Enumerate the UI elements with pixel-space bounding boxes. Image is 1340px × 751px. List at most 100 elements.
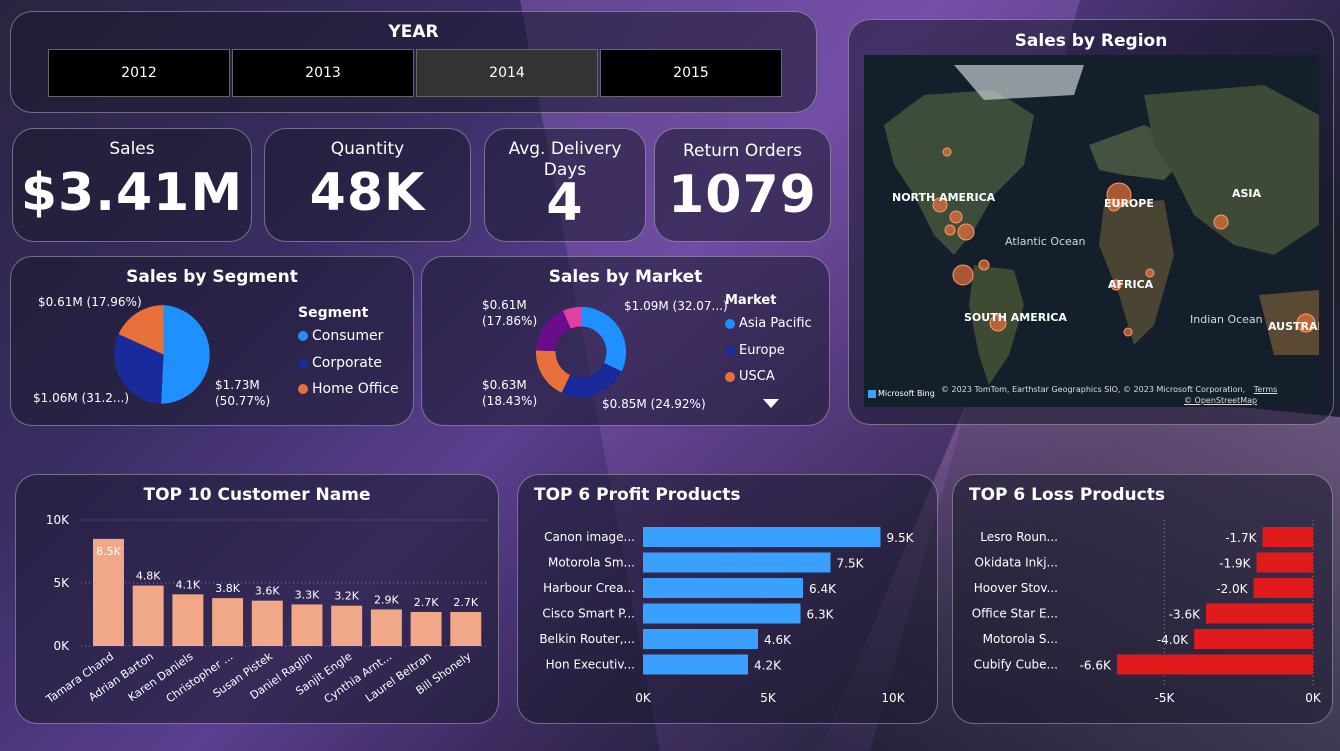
bar[interactable] xyxy=(1262,527,1313,547)
legend-dot-icon xyxy=(298,358,308,368)
sales-kpi-label: Sales xyxy=(109,139,155,159)
map-bubble[interactable] xyxy=(957,223,975,241)
y-tick-label: Hoover Stov... xyxy=(974,581,1058,595)
pie-slice-consumer[interactable] xyxy=(161,305,210,404)
sales-kpi-card: Sales $3.41M xyxy=(12,128,252,242)
bar[interactable] xyxy=(643,603,801,624)
legend-item-asia-pacific[interactable]: Asia Pacific xyxy=(725,316,812,331)
bar[interactable] xyxy=(643,527,881,547)
year-slicer-title: YEAR xyxy=(388,22,439,42)
bar-data-label: 2.7K xyxy=(414,596,439,609)
bar-data-label: -3.6K xyxy=(1169,608,1201,622)
x-tick-label: 10K xyxy=(881,691,905,705)
x-tick-label: Tamara Chand xyxy=(43,650,116,707)
bar-data-label: 4.8K xyxy=(136,570,161,583)
segment-label-consumer-text: $1.73M (50.77%) xyxy=(215,378,271,408)
top-customers-chart: 10K5K0K8.5KTamara Chand4.8KAdrian Barton… xyxy=(43,513,486,707)
y-tick-label: Office Star E... xyxy=(972,607,1058,621)
legend-item-corporate[interactable]: Corporate xyxy=(298,355,382,371)
map-bubble[interactable] xyxy=(1213,214,1229,230)
bar[interactable] xyxy=(1206,603,1313,624)
market-label-1: $0.85M (24.92%) xyxy=(602,397,706,411)
map-label-indian-ocean: Indian Ocean xyxy=(1190,313,1263,326)
map-bubble[interactable] xyxy=(949,210,963,224)
map-bubble[interactable] xyxy=(1123,327,1133,337)
map-bubble[interactable] xyxy=(952,264,974,286)
quantity-kpi-label: Quantity xyxy=(330,139,405,159)
legend-label: Europe xyxy=(739,343,785,358)
bar-data-label: -1.9K xyxy=(1219,557,1251,571)
bar[interactable] xyxy=(643,552,831,573)
legend-dot-icon xyxy=(725,371,735,382)
legend-dot-icon xyxy=(298,331,308,341)
bar[interactable] xyxy=(172,594,204,646)
legend-item-home-office[interactable]: Home Office xyxy=(298,381,399,397)
bar-data-label: 3.2K xyxy=(334,590,359,603)
sales-kpi-value: $3.41M xyxy=(20,163,244,223)
year-button-2015[interactable]: 2015 xyxy=(600,49,782,97)
market-label-0: $1.09M (32.07...) xyxy=(624,299,728,313)
segment-card: Sales by Segment $0.61M (17.96%) $1.06M … xyxy=(10,256,414,426)
bar[interactable] xyxy=(450,611,482,646)
region-map[interactable]: NORTH AMERICA EUROPE ASIA AFRICA SOUTH A… xyxy=(864,55,1319,407)
map-terms-link[interactable]: Terms xyxy=(1254,385,1278,394)
bar[interactable] xyxy=(212,598,244,646)
year-button-2012[interactable]: 2012 xyxy=(48,49,230,97)
y-tick-label: 0K xyxy=(53,639,70,653)
legend-item-europe[interactable]: Europe xyxy=(725,343,785,358)
map-bubble[interactable] xyxy=(1145,268,1155,278)
legend-scroll-down-icon[interactable] xyxy=(763,399,779,408)
returns-kpi-value: 1079 xyxy=(668,165,817,225)
y-tick-label: 5K xyxy=(53,576,70,590)
bar[interactable] xyxy=(1253,578,1313,598)
year-button-2014[interactable]: 2014 xyxy=(416,49,598,97)
year-slicer: YEAR 2012 2013 2014 2015 xyxy=(10,11,817,113)
bar-data-label: 6.4K xyxy=(809,582,837,596)
legend-item-consumer[interactable]: Consumer xyxy=(298,328,383,344)
y-tick-label: Okidata Inkj... xyxy=(975,556,1058,570)
bar[interactable] xyxy=(291,604,323,646)
bar[interactable] xyxy=(132,585,164,646)
bar[interactable] xyxy=(643,629,758,649)
bar[interactable] xyxy=(251,600,283,646)
market-label-3: $0.61M (17.86%) xyxy=(482,297,538,329)
map-graphic: NORTH AMERICA EUROPE ASIA AFRICA SOUTH A… xyxy=(864,55,1319,407)
x-tick-label: 0K xyxy=(635,691,652,705)
delivery-kpi-card: Avg. Delivery Days 4 xyxy=(484,128,646,242)
bar[interactable] xyxy=(331,605,363,646)
map-osm-link[interactable]: © OpenStreetMap xyxy=(1184,396,1257,405)
bar[interactable] xyxy=(1256,552,1313,573)
legend-label: USCA xyxy=(739,369,775,384)
delivery-kpi-value: 4 xyxy=(546,173,584,233)
legend-item-usca[interactable]: USCA xyxy=(725,369,775,384)
bing-logo: Microsoft Bing xyxy=(868,389,935,398)
bar[interactable] xyxy=(1194,629,1313,649)
bing-icon xyxy=(868,389,876,398)
market-legend-title: Market xyxy=(725,293,777,308)
segment-title: Sales by Segment xyxy=(126,267,298,287)
y-tick-label: Motorola Sm... xyxy=(548,556,635,570)
x-tick-label: 0K xyxy=(1305,691,1322,705)
x-tick-label: Christopher ... xyxy=(164,650,236,706)
map-attribution: © 2023 TomTom, Earthstar Geographics SIO… xyxy=(941,385,1277,394)
bar[interactable] xyxy=(643,578,803,598)
bar[interactable] xyxy=(410,611,442,646)
map-title: Sales by Region xyxy=(1014,31,1168,51)
bar-data-label: 4.6K xyxy=(764,633,792,647)
bar-data-label: 3.3K xyxy=(295,588,320,601)
market-label-2-text: $0.63M (18.43%) xyxy=(482,378,538,408)
map-bubble[interactable] xyxy=(942,147,952,157)
map-label-europe: EUROPE xyxy=(1104,197,1154,210)
map-bubble[interactable] xyxy=(978,259,990,271)
top-customers-card: TOP 10 Customer Name 10K 5K 0K 8.5K Tamara C… xyxy=(15,474,499,724)
year-button-2013[interactable]: 2013 xyxy=(232,49,414,97)
market-donut[interactable] xyxy=(532,303,630,401)
bar[interactable] xyxy=(370,609,402,646)
legend-label: Consumer xyxy=(312,328,384,344)
bar[interactable] xyxy=(643,654,748,675)
returns-kpi-label: Return Orders xyxy=(683,141,802,161)
bar[interactable] xyxy=(1116,654,1313,675)
map-bubble[interactable] xyxy=(944,224,956,236)
quantity-kpi-value: 48K xyxy=(309,163,426,223)
bar-data-label: 8.5K xyxy=(96,545,121,558)
